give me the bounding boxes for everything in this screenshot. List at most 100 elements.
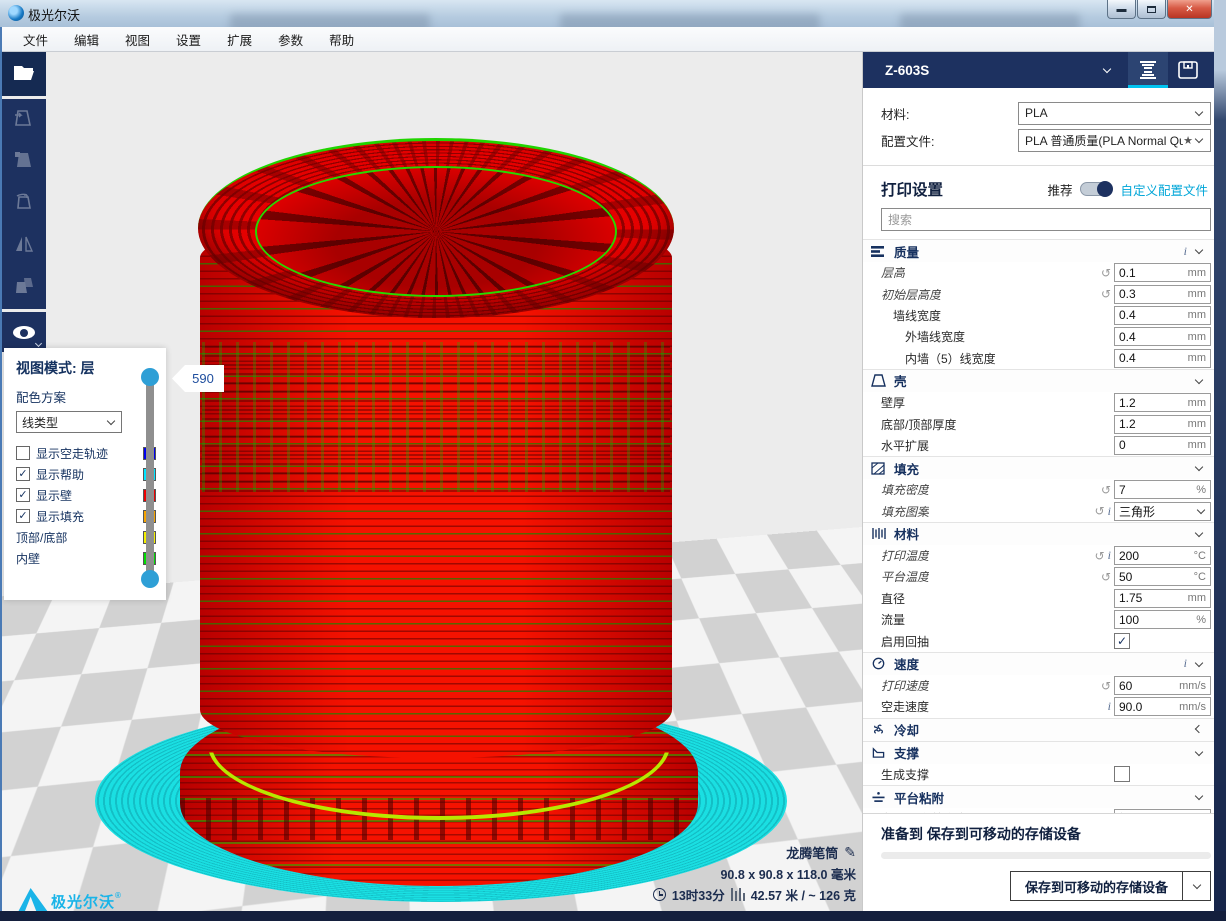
section-title: 平台粘附 xyxy=(894,788,944,807)
info-icon[interactable]: i xyxy=(1108,699,1111,714)
settings-search-input[interactable] xyxy=(881,208,1211,231)
setting-row: 初始层高度↺0.3mm xyxy=(863,283,1214,304)
rotate-tool-icon xyxy=(12,191,36,218)
recommended-custom-toggle[interactable] xyxy=(1080,182,1112,196)
view-option-checkbox[interactable]: ✓ xyxy=(16,509,30,523)
info-icon[interactable]: i xyxy=(1184,656,1187,671)
revert-icon[interactable]: ↺ xyxy=(1095,550,1105,562)
print-time: 13时33分 xyxy=(672,885,725,904)
setting-row: 打印速度 ↺60mm/s xyxy=(863,675,1214,696)
minimize-button[interactable]: ▬ xyxy=(1107,0,1136,19)
setting-dropdown[interactable]: 三角形 xyxy=(1114,502,1211,521)
setting-value-input[interactable]: 0.4mm xyxy=(1114,327,1211,346)
info-icon[interactable]: i xyxy=(1184,244,1187,259)
setting-value-input[interactable]: 1.2mm xyxy=(1114,393,1211,412)
setting-value-input[interactable]: 1.75mm xyxy=(1114,589,1211,608)
save-options-dropdown[interactable] xyxy=(1183,871,1211,901)
color-scheme-dropdown[interactable]: 线类型 xyxy=(16,411,122,433)
setting-value-input[interactable]: 7% xyxy=(1114,480,1211,499)
section-title: 速度 xyxy=(894,654,919,673)
revert-icon[interactable]: ↺ xyxy=(1095,505,1105,517)
layer-slider-lower-handle[interactable] xyxy=(141,570,159,588)
eye-icon xyxy=(13,326,35,339)
menu-item-3[interactable]: 设置 xyxy=(163,27,214,52)
view-mode-button[interactable] xyxy=(2,312,46,352)
section-header-shell[interactable]: 壳 xyxy=(863,369,1214,392)
view-option-checkbox[interactable]: ✓ xyxy=(16,488,30,502)
mirror-tool-button[interactable] xyxy=(2,225,46,267)
open-file-button[interactable] xyxy=(2,52,46,96)
menu-item-4[interactable]: 扩展 xyxy=(214,27,265,52)
revert-icon[interactable]: ↺ xyxy=(1101,288,1111,300)
setting-checkbox[interactable]: ✓ xyxy=(1114,633,1130,649)
menu-item-0[interactable]: 文件 xyxy=(10,27,61,52)
layer-slider[interactable] xyxy=(146,372,154,584)
setting-row: 内墙（5）线宽度0.4mm xyxy=(863,348,1214,369)
rename-pencil-icon[interactable]: ✎ xyxy=(844,844,856,861)
per-model-settings-button[interactable] xyxy=(2,267,46,309)
save-to-removable-button[interactable]: 保存到可移动的存储设备 xyxy=(1010,871,1183,901)
menu-item-6[interactable]: 帮助 xyxy=(316,27,367,52)
section-header-material[interactable]: 材料 xyxy=(863,522,1214,545)
section-header-quality[interactable]: 质量i xyxy=(863,239,1214,262)
setting-label: 底部/顶部厚度 xyxy=(881,416,956,433)
layer-slider-upper-handle[interactable] xyxy=(141,368,159,386)
setting-value-input[interactable]: 0.4mm xyxy=(1114,349,1211,368)
material-dropdown[interactable]: PLA xyxy=(1018,102,1211,125)
setting-value-input[interactable]: 100% xyxy=(1114,610,1211,629)
chevron-down-icon xyxy=(1195,376,1203,384)
view-option-checkbox[interactable]: ✓ xyxy=(16,467,30,481)
setting-value-input[interactable]: 50°C xyxy=(1114,567,1211,586)
setting-label: 打印速度 xyxy=(881,677,929,694)
custom-profile-link[interactable]: 自定义配置文件 xyxy=(1120,180,1208,199)
setting-label: 空走速度 xyxy=(881,698,929,715)
brand-name: 极光尔沃 xyxy=(51,894,115,911)
setting-value-input[interactable]: 1.2mm xyxy=(1114,415,1211,434)
section-header-support[interactable]: 支撑 xyxy=(863,741,1214,764)
menu-item-5[interactable]: 参数 xyxy=(265,27,316,52)
setting-value-input[interactable]: 90.0mm/s xyxy=(1114,697,1211,716)
setting-label: 填充图案 xyxy=(881,503,929,520)
setting-value-input[interactable]: 0.1mm xyxy=(1114,263,1211,282)
revert-icon[interactable]: ↺ xyxy=(1101,680,1111,692)
section-header-infill[interactable]: 填充 xyxy=(863,456,1214,479)
move-tool-button[interactable] xyxy=(2,99,46,141)
setting-value-input[interactable]: 200°C xyxy=(1114,546,1211,565)
section-header-adhesion[interactable]: 平台粘附 xyxy=(863,785,1214,808)
section-header-cooling[interactable]: 冷却 xyxy=(863,718,1214,741)
setting-value-input[interactable]: 0mm xyxy=(1114,436,1211,455)
view-mode-panel: 视图模式: 层 配色方案 线类型 显示空走轨迹✓显示帮助✓显示壁✓显示填充顶部/… xyxy=(4,348,166,600)
monitor-stage-button[interactable] xyxy=(1168,52,1208,88)
profile-dropdown[interactable]: PLA 普通质量(PLA Normal Qua ★ xyxy=(1018,129,1211,152)
menu-item-1[interactable]: 编辑 xyxy=(61,27,112,52)
rotate-tool-button[interactable] xyxy=(2,183,46,225)
setting-label: 打印温度 xyxy=(881,547,929,564)
setting-value-input[interactable]: 0.3mm xyxy=(1114,285,1211,304)
maximize-button[interactable] xyxy=(1137,0,1166,19)
menu-item-2[interactable]: 视图 xyxy=(112,27,163,52)
setting-checkbox[interactable] xyxy=(1114,766,1130,782)
printer-dropdown-chevron-icon[interactable] xyxy=(1103,65,1111,73)
per-model-settings-icon xyxy=(12,275,36,302)
setting-row: 平台温度↺50°C xyxy=(863,566,1214,587)
scale-tool-button[interactable] xyxy=(2,141,46,183)
left-toolbar xyxy=(2,52,46,355)
info-icon[interactable]: i xyxy=(1108,548,1111,563)
section-header-speed[interactable]: 速度 i xyxy=(863,652,1214,675)
close-button[interactable]: ✕ xyxy=(1167,0,1212,19)
window-border xyxy=(0,27,2,911)
setting-value-input[interactable]: 60mm/s xyxy=(1114,676,1211,695)
window-title: 极光尔沃 xyxy=(28,5,80,24)
setting-label: 水平扩展 xyxy=(881,437,929,454)
revert-icon[interactable]: ↺ xyxy=(1101,571,1111,583)
chevron-down-icon xyxy=(1195,659,1203,667)
preview-stage-button[interactable] xyxy=(1128,52,1168,88)
revert-icon[interactable]: ↺ xyxy=(1101,267,1111,279)
setting-value-input[interactable]: 0.4mm xyxy=(1114,306,1211,325)
section-title: 支撑 xyxy=(894,743,919,762)
revert-icon[interactable]: ↺ xyxy=(1101,484,1111,496)
settings-list: 质量i层高↺0.1mm初始层高度↺0.3mm墙线宽度0.4mm外墙线宽度0.4m… xyxy=(863,239,1214,813)
app-logo-icon xyxy=(8,5,24,21)
view-option-checkbox[interactable] xyxy=(16,446,30,460)
info-icon[interactable]: i xyxy=(1108,504,1111,519)
